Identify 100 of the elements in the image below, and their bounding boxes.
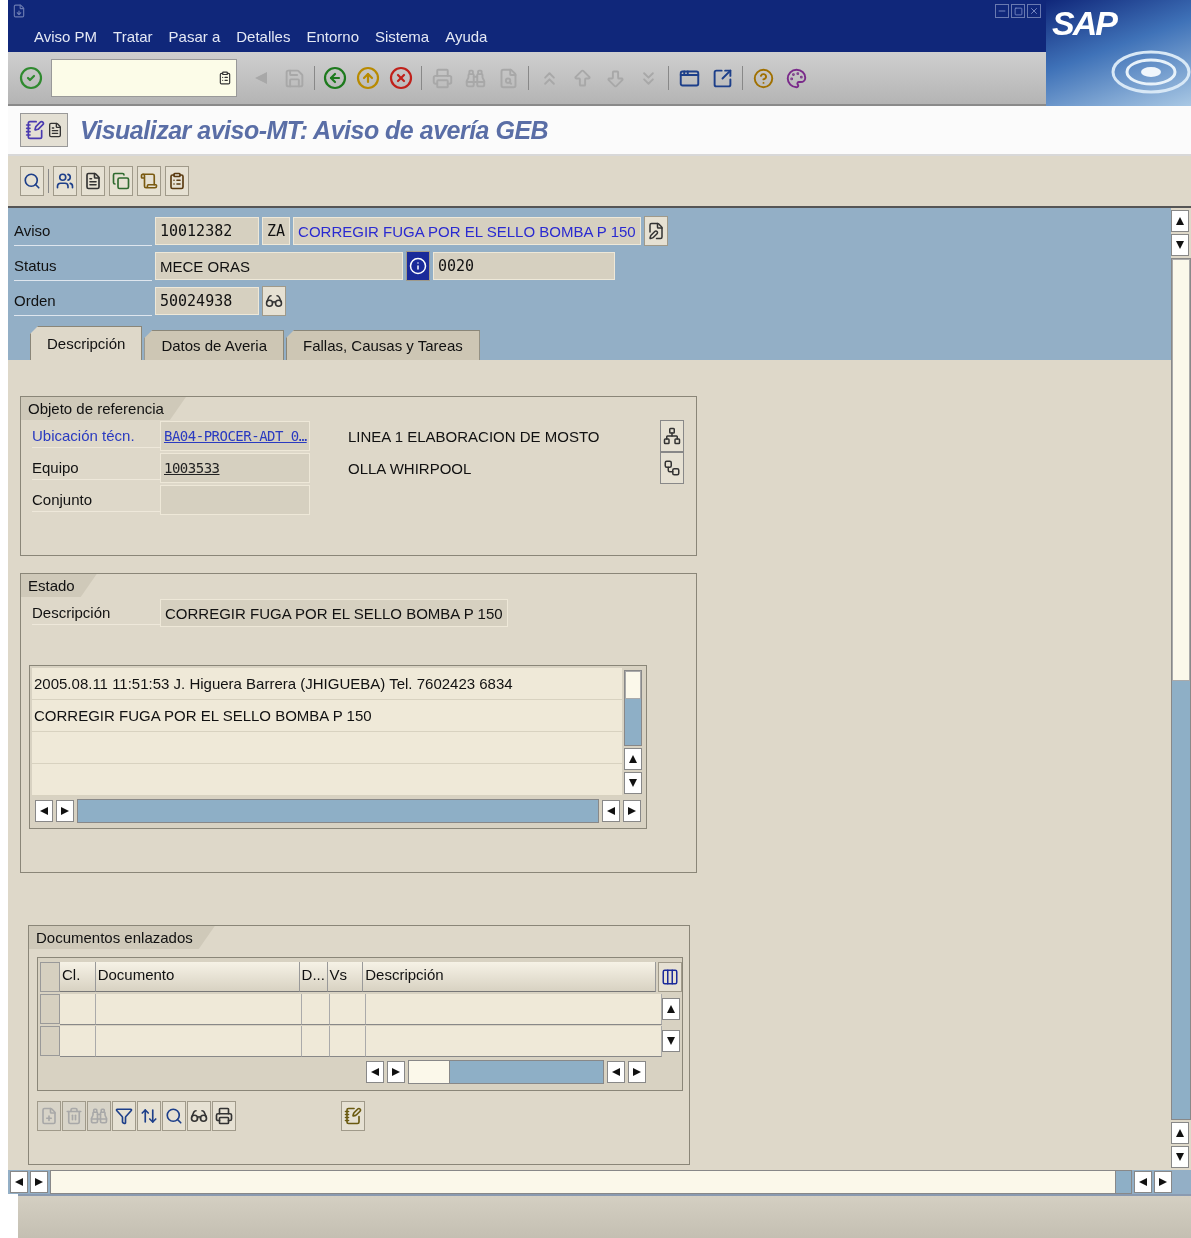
tab[interactable]: Descripción bbox=[30, 326, 143, 360]
display-order-button[interactable] bbox=[262, 286, 286, 316]
command-field[interactable] bbox=[51, 59, 237, 97]
structure-button[interactable] bbox=[660, 420, 684, 452]
scroll-left-button[interactable] bbox=[366, 1061, 384, 1083]
column-header[interactable]: Descripción bbox=[363, 962, 657, 992]
scroll-down-button[interactable] bbox=[624, 772, 642, 794]
input-field[interactable] bbox=[160, 485, 310, 515]
display-button[interactable] bbox=[162, 1101, 186, 1131]
window-menu-icon[interactable] bbox=[12, 4, 26, 18]
scroll-down-button[interactable] bbox=[1171, 1146, 1189, 1168]
text-editor[interactable]: 2005.08.11 11:51:53 J. Higuera Barrera (JHIGUEBA) Tel. 7602423 6834 CORREGIR FUGA POR EL SELLO BOMBA P 150 bbox=[29, 665, 647, 829]
note-pencil-icon bbox=[344, 1107, 362, 1125]
description-text: LINEA 1 ELABORACION DE MOSTO bbox=[348, 427, 601, 445]
triangle-icon bbox=[1176, 241, 1184, 249]
menu-item[interactable]: Aviso PM bbox=[34, 27, 98, 45]
notes-button[interactable] bbox=[341, 1101, 365, 1131]
scroll-button[interactable] bbox=[137, 166, 161, 196]
scroll-left-button[interactable] bbox=[1134, 1171, 1152, 1193]
palette-icon bbox=[785, 67, 807, 89]
triangle-icon bbox=[15, 1178, 23, 1186]
print-icon bbox=[215, 1107, 233, 1125]
sort-button[interactable] bbox=[137, 1101, 161, 1131]
scroll-up-button[interactable] bbox=[1171, 210, 1189, 232]
description-field[interactable]: CORREGIR FUGA POR EL SELLO BOMBA P 150 bbox=[160, 599, 508, 627]
back-button[interactable] bbox=[322, 64, 348, 92]
text-button[interactable] bbox=[81, 166, 105, 196]
notification-number-field[interactable]: 10012382 bbox=[155, 217, 259, 245]
check-button[interactable] bbox=[18, 64, 44, 92]
long-text-button[interactable] bbox=[643, 216, 668, 246]
structure-icon bbox=[663, 459, 681, 477]
maximize-button[interactable] bbox=[1011, 4, 1025, 18]
dropdown-icon[interactable] bbox=[218, 71, 232, 85]
scrollbar-thumb[interactable] bbox=[1172, 259, 1190, 681]
scroll-right-button[interactable] bbox=[56, 800, 74, 822]
menu-item[interactable]: Tratar bbox=[113, 27, 153, 45]
notification-type-field[interactable]: ZA bbox=[262, 217, 291, 245]
column-header[interactable]: D... bbox=[299, 962, 328, 992]
menu-button[interactable] bbox=[20, 113, 68, 147]
scroll-left-button[interactable] bbox=[35, 800, 53, 822]
copy-button[interactable] bbox=[109, 166, 133, 196]
scrollbar-track[interactable] bbox=[77, 799, 599, 823]
column-header[interactable]: Documento bbox=[95, 962, 300, 992]
scrollbar-thumb[interactable] bbox=[625, 671, 641, 699]
scroll-left-button[interactable] bbox=[607, 1061, 625, 1083]
note-icon bbox=[25, 120, 45, 140]
triangle-icon bbox=[371, 1068, 379, 1076]
scroll-left-button[interactable] bbox=[10, 1171, 28, 1193]
hierarchy-icon bbox=[663, 427, 681, 445]
status-field[interactable]: MECE ORAS bbox=[155, 252, 403, 280]
table-cell bbox=[60, 1025, 96, 1057]
menu-item[interactable]: Detalles bbox=[236, 27, 291, 45]
scroll-up-button[interactable] bbox=[662, 998, 680, 1020]
table-cell bbox=[60, 993, 96, 1025]
scrollbar-track[interactable] bbox=[624, 670, 642, 746]
link[interactable]: BA04-PROCER-ADT 0… bbox=[160, 421, 310, 451]
notification-description-field[interactable]: CORREGIR FUGA POR EL SELLO BOMBA P 150 bbox=[293, 217, 641, 245]
triangle-icon bbox=[667, 1005, 675, 1013]
menu-item[interactable]: Ayuda bbox=[445, 27, 488, 45]
scroll-right-button[interactable] bbox=[628, 1061, 646, 1083]
scroll-down-button[interactable] bbox=[662, 1030, 680, 1052]
scroll-right-button[interactable] bbox=[1154, 1171, 1172, 1193]
scroll-down-button[interactable] bbox=[1171, 234, 1189, 256]
cancel-button[interactable] bbox=[388, 64, 414, 92]
link[interactable]: 1003533 bbox=[160, 453, 310, 483]
partners-button[interactable] bbox=[53, 166, 77, 196]
display-button[interactable] bbox=[20, 166, 44, 196]
triangle-icon bbox=[629, 755, 637, 763]
scroll-right-button[interactable] bbox=[623, 800, 641, 822]
screen-title: Visualizar aviso-MT: Aviso de avería GEB bbox=[80, 115, 549, 145]
column-settings-button[interactable] bbox=[658, 962, 682, 992]
exit-icon bbox=[356, 66, 380, 90]
clipboard-button[interactable] bbox=[165, 166, 189, 196]
status-code-field[interactable]: 0020 bbox=[433, 252, 615, 280]
columns-icon bbox=[661, 968, 680, 986]
filter-button[interactable] bbox=[112, 1101, 136, 1131]
order-field[interactable]: 50024938 bbox=[155, 287, 259, 315]
scroll-up-button[interactable] bbox=[1171, 1122, 1189, 1144]
column-header[interactable]: Cl. bbox=[60, 962, 96, 992]
column-header[interactable]: Vs bbox=[327, 962, 364, 992]
scroll-right-button[interactable] bbox=[30, 1171, 48, 1193]
triangle-icon bbox=[667, 1037, 675, 1045]
menu-item[interactable]: Sistema bbox=[375, 27, 430, 45]
info-button[interactable] bbox=[406, 251, 430, 281]
tab[interactable]: Fallas, Causas y Tareas bbox=[286, 330, 480, 360]
tab[interactable]: Datos de Averia bbox=[144, 330, 284, 360]
glasses-button[interactable] bbox=[187, 1101, 211, 1131]
scrollbar-thumb[interactable] bbox=[409, 1061, 450, 1083]
filter-icon bbox=[115, 1107, 133, 1125]
scrollbar-track[interactable] bbox=[408, 1060, 604, 1084]
menu-item[interactable]: Pasar a bbox=[168, 27, 221, 45]
close-button[interactable] bbox=[1027, 4, 1041, 18]
minimize-button[interactable] bbox=[995, 4, 1009, 18]
scroll-up-button[interactable] bbox=[624, 748, 642, 770]
structure-button[interactable] bbox=[660, 452, 684, 484]
search-icon bbox=[165, 1107, 183, 1125]
menu-item[interactable]: Entorno bbox=[306, 27, 359, 45]
scroll-right-button[interactable] bbox=[387, 1061, 405, 1083]
scroll-left-button[interactable] bbox=[602, 800, 620, 822]
print-button[interactable] bbox=[212, 1101, 236, 1131]
